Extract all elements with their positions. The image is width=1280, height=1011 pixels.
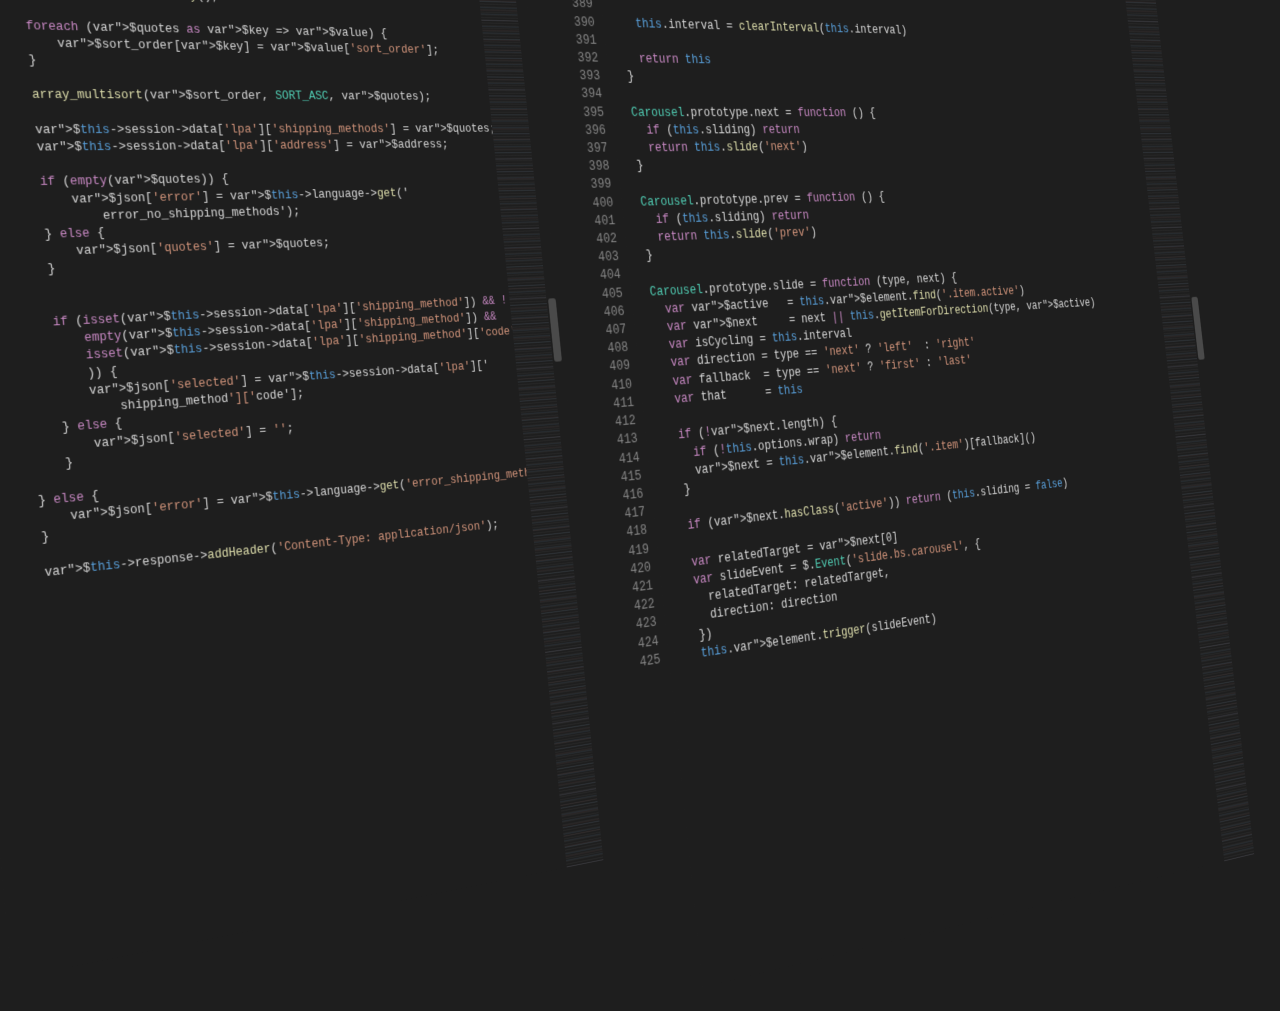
code-area-left[interactable]: 'error' => var">$quote['sort_order'], );… bbox=[0, 0, 567, 979]
editor-pane-right: 382 383 384 385 386 387 388 389 390 391 … bbox=[541, 0, 1263, 998]
editor-stage: 744 745 746 747 748 749 750 751 752 753 … bbox=[0, 0, 1280, 704]
editor-pane-left: 744 745 746 747 748 749 750 751 752 753 … bbox=[0, 0, 614, 990]
